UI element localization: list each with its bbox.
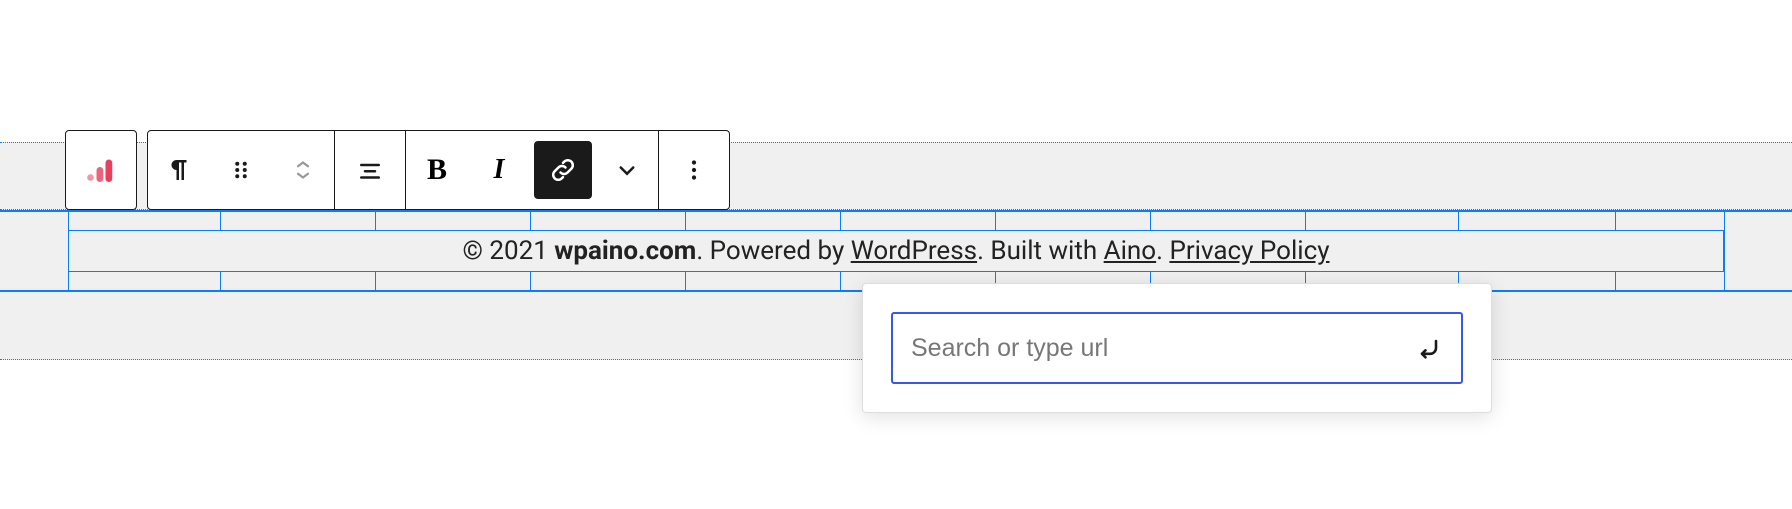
- submit-enter-icon[interactable]: [1415, 334, 1443, 362]
- drag-handle-button[interactable]: [210, 130, 272, 210]
- bold-button[interactable]: B: [406, 130, 468, 210]
- privacy-policy-link[interactable]: Privacy Policy: [1169, 236, 1329, 266]
- paragraph-block[interactable]: © 2021 wpaino.com. Powered by WordPress.…: [68, 230, 1724, 272]
- move-updown-button[interactable]: [272, 130, 334, 210]
- paragraph-block-button[interactable]: [148, 130, 210, 210]
- wordpress-link[interactable]: WordPress: [851, 236, 977, 266]
- built-with-prefix: . Built with: [977, 236, 1104, 266]
- bold-icon: B: [427, 153, 447, 187]
- link-icon: [548, 155, 578, 185]
- copyright-prefix: © 2021: [463, 236, 555, 266]
- aino-link[interactable]: Aino: [1104, 236, 1156, 266]
- chevrons-updown-icon: [288, 155, 318, 185]
- italic-button[interactable]: I: [468, 130, 530, 210]
- footer-text[interactable]: © 2021 wpaino.com. Powered by WordPress.…: [463, 236, 1330, 266]
- site-name: wpaino.com: [554, 236, 696, 266]
- more-options-button[interactable]: [659, 130, 729, 210]
- align-button[interactable]: [335, 130, 405, 210]
- link-button[interactable]: [534, 141, 592, 199]
- privacy-prefix: .: [1156, 236, 1169, 266]
- toolbar-group-block-icon: [65, 130, 137, 210]
- italic-icon: I: [494, 154, 505, 186]
- block-type-button[interactable]: [66, 130, 136, 210]
- aino-logo-icon: [83, 152, 119, 188]
- selection-line-top: [0, 210, 1792, 212]
- link-input-container: [891, 312, 1463, 384]
- pilcrow-icon: [164, 155, 194, 185]
- link-url-input[interactable]: [911, 334, 1415, 363]
- block-toolbar: B I: [65, 130, 730, 210]
- kebab-icon: [679, 155, 709, 185]
- toolbar-group-main: B I: [147, 130, 730, 210]
- powered-by-prefix: . Powered by: [696, 236, 850, 266]
- chevron-down-icon: [612, 155, 642, 185]
- align-center-icon: [355, 155, 385, 185]
- link-popover: [862, 283, 1492, 413]
- drag-handle-icon: [226, 155, 256, 185]
- more-formatting-button[interactable]: [596, 130, 658, 210]
